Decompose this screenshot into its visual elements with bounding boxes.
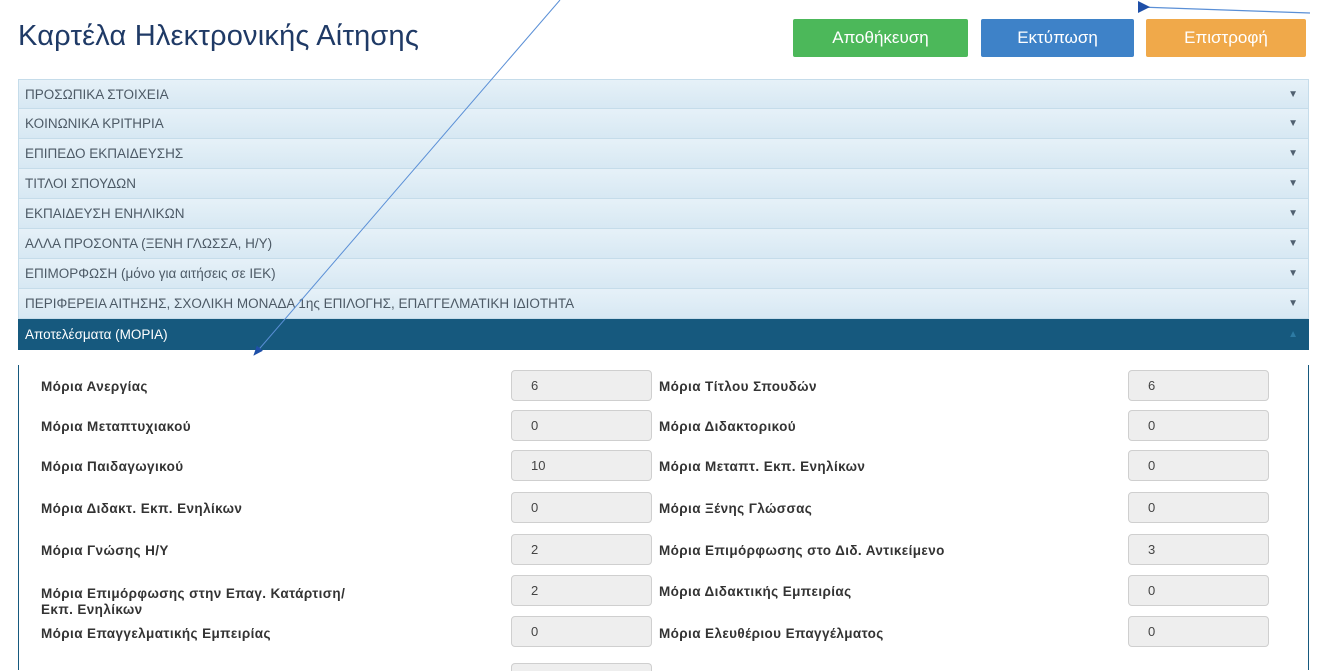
print-button[interactable]: Εκτύπωση	[981, 19, 1134, 57]
result-value-field: 0	[1128, 410, 1269, 441]
arrow-line	[1139, 6, 1311, 14]
caret-down-icon: ▼	[1288, 208, 1298, 219]
result-label: Μόρια Γνώσης Η/Υ	[41, 543, 169, 558]
result-label: Μόρια Παιδαγωγικού	[41, 459, 184, 474]
section-region-school[interactable]: ΠΕΡΙΦΕΡΕΙΑ ΑΙΤΗΣΗΣ, ΣΧΟΛΙΚΗ ΜΟΝΑΔΑ 1ης Ε…	[18, 289, 1309, 319]
section-results[interactable]: Αποτελέσματα (ΜΟΡΙΑ) ▲	[18, 319, 1309, 350]
result-value-field: 0	[511, 410, 652, 441]
results-panel: Μόρια Ανεργίας 6 Μόρια Τίτλου Σπουδών 6 …	[18, 365, 1309, 671]
result-label: Μόρια Επιμόρφωσης στο Διδ. Αντικείμενο	[659, 543, 945, 558]
results-row: Μόρια Ανεργίας 6 Μόρια Τίτλου Σπουδών 6	[19, 370, 1308, 410]
section-label: Αποτελέσματα (ΜΟΡΙΑ)	[25, 326, 168, 342]
section-label: ΕΚΠΑΙΔΕΥΣΗ ΕΝΗΛΙΚΩΝ	[25, 206, 185, 221]
section-label: ΤΙΤΛΟΙ ΣΠΟΥΔΩΝ	[25, 176, 136, 191]
result-value-field: 2	[511, 575, 652, 606]
result-label: Μόρια Διδακτ. Εκπ. Ενηλίκων	[41, 501, 243, 516]
result-value-field: 6	[1128, 370, 1269, 401]
section-adult-education[interactable]: ΕΚΠΑΙΔΕΥΣΗ ΕΝΗΛΙΚΩΝ ▼	[18, 199, 1309, 229]
section-degrees[interactable]: ΤΙΤΛΟΙ ΣΠΟΥΔΩΝ ▼	[18, 169, 1309, 199]
section-label: ΠΕΡΙΦΕΡΕΙΑ ΑΙΤΗΣΗΣ, ΣΧΟΛΙΚΗ ΜΟΝΑΔΑ 1ης Ε…	[25, 296, 575, 311]
application-accordion: ΠΡΟΣΩΠΙΚΑ ΣΤΟΙΧΕΙΑ ▼ ΚΟΙΝΩΝΙΚΑ ΚΡΙΤΗΡΙΑ …	[18, 79, 1309, 350]
section-personal-data[interactable]: ΠΡΟΣΩΠΙΚΑ ΣΤΟΙΧΕΙΑ ▼	[18, 79, 1309, 109]
caret-down-icon: ▼	[1288, 88, 1298, 100]
section-label: ΠΡΟΣΩΠΙΚΑ ΣΤΟΙΧΕΙΑ	[25, 86, 169, 102]
results-row: Μόρια Διδακτ. Εκπ. Ενηλίκων 0 Μόρια Ξένη…	[19, 492, 1308, 532]
caret-down-icon: ▼	[1288, 118, 1298, 129]
caret-down-icon: ▼	[1288, 268, 1298, 279]
page-title: Καρτέλα Ηλεκτρονικής Αίτησης	[18, 20, 420, 52]
caret-down-icon: ▼	[1288, 148, 1298, 159]
result-value-field: 0	[511, 616, 652, 647]
section-label: ΕΠΙΜΟΡΦΩΣΗ (μόνο για αιτήσεις σε ΙΕΚ)	[25, 266, 276, 281]
result-label-line: Μόρια Επιμόρφωσης στην Επαγ. Κατάρτιση/	[41, 586, 346, 601]
result-label: Μόρια Τίτλου Σπουδών	[659, 379, 817, 394]
result-value-field: 0	[1128, 616, 1269, 647]
save-button[interactable]: Αποθήκευση	[793, 19, 968, 57]
caret-down-icon: ▼	[1288, 238, 1298, 249]
result-value-field: 0	[511, 492, 652, 523]
section-label: ΕΠΙΠΕΔΟ ΕΚΠΑΙΔΕΥΣΗΣ	[25, 146, 184, 161]
result-label: Μόρια Ξένης Γλώσσας	[659, 501, 813, 516]
results-row: Μόρια Επαγγελματικής Εμπειρίας 0 Μόρια Ε…	[19, 616, 1308, 656]
result-label: Μόρια Διδακτικής Εμπειρίας	[659, 584, 852, 599]
results-row: Μόρια Γνώσης Η/Υ 2 Μόρια Επιμόρφωσης στο…	[19, 534, 1308, 574]
back-button[interactable]: Επιστροφή	[1146, 19, 1306, 57]
section-education-level[interactable]: ΕΠΙΠΕΔΟ ΕΚΠΑΙΔΕΥΣΗΣ ▼	[18, 139, 1309, 169]
result-value-field: 6	[511, 370, 652, 401]
section-label: ΑΛΛΑ ΠΡΟΣΟΝΤΑ (ΞΕΝΗ ΓΛΩΣΣΑ, Η/Υ)	[25, 236, 273, 251]
result-value-field: 0	[1128, 575, 1269, 606]
result-value-field: 10	[511, 450, 652, 481]
result-label: Μόρια Διδακτορικού	[659, 419, 796, 434]
results-row: Μόρια Μεταπτυχιακού 0 Μόρια Διδακτορικού…	[19, 410, 1308, 450]
result-label: Μόρια Ανεργίας	[41, 379, 148, 394]
section-label: ΚΟΙΝΩΝΙΚΑ ΚΡΙΤΗΡΙΑ	[25, 116, 164, 131]
result-value-field: 0	[1128, 450, 1269, 481]
caret-down-icon: ▼	[1288, 298, 1298, 309]
result-value-field: 3	[1128, 534, 1269, 565]
result-label: Μόρια Επαγγελματικής Εμπειρίας	[41, 626, 271, 641]
results-row: Μόρια Επιμόρφωσης στην Επαγ. Κατάρτιση/ …	[19, 575, 1308, 618]
section-other-qualifications[interactable]: ΑΛΛΑ ΠΡΟΣΟΝΤΑ (ΞΕΝΗ ΓΛΩΣΣΑ, Η/Υ) ▼	[18, 229, 1309, 259]
arrow-head	[1138, 1, 1150, 13]
result-label: Μόρια Μεταπτυχιακού	[41, 419, 192, 434]
result-value-field: 2	[511, 534, 652, 565]
caret-down-icon: ▼	[1288, 178, 1298, 189]
result-value-field: 0	[1128, 492, 1269, 523]
result-label: Μόρια Επιμόρφωσης στην Επαγ. Κατάρτιση/ …	[41, 586, 345, 618]
section-training[interactable]: ΕΠΙΜΟΡΦΩΣΗ (μόνο για αιτήσεις σε ΙΕΚ) ▼	[18, 259, 1309, 289]
section-social-criteria[interactable]: ΚΟΙΝΩΝΙΚΑ ΚΡΙΤΗΡΙΑ ▼	[18, 109, 1309, 139]
result-label: Μόρια Ελευθέριου Επαγγέλματος	[659, 626, 884, 641]
results-row: Μόρια Παιδαγωγικού 10 Μόρια Μεταπτ. Εκπ.…	[19, 450, 1308, 490]
caret-up-icon: ▲	[1288, 328, 1298, 340]
result-label: Μόρια Μεταπτ. Εκπ. Ενηλίκων	[659, 459, 866, 474]
